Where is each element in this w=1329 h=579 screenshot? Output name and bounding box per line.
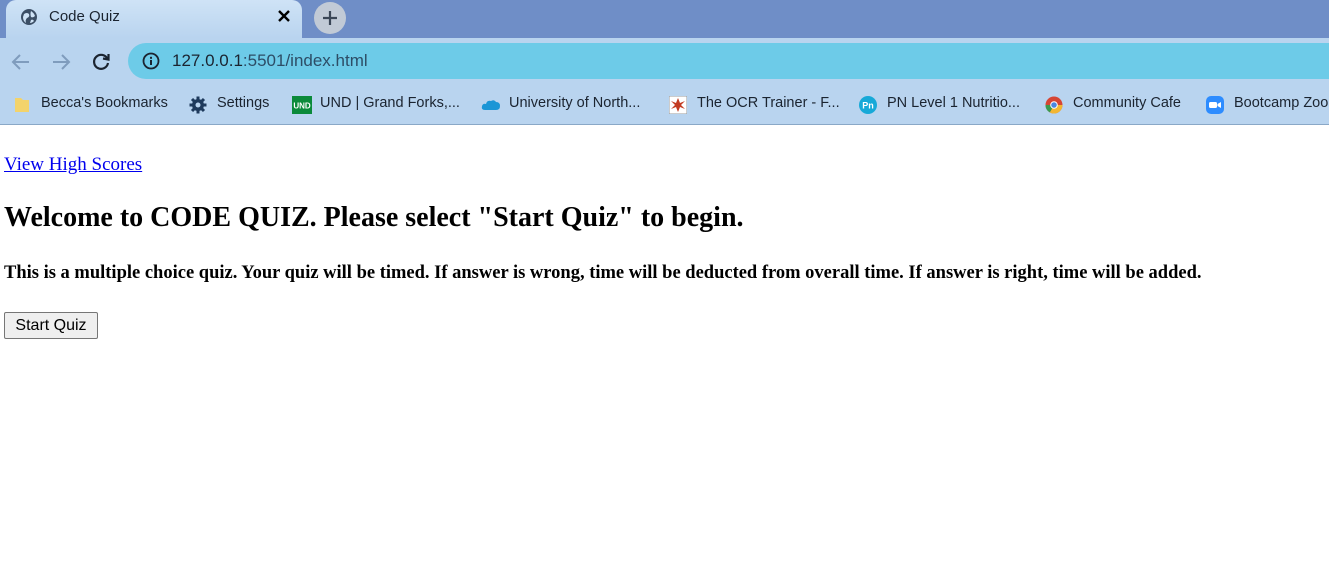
tab-title: Code Quiz bbox=[49, 8, 120, 25]
cloud-icon bbox=[481, 96, 500, 114]
quiz-instructions: This is a multiple choice quiz. Your qui… bbox=[4, 263, 1202, 283]
svg-text:Pn: Pn bbox=[862, 101, 874, 111]
view-high-scores-link[interactable]: View High Scores bbox=[4, 154, 142, 176]
und-icon: UND bbox=[292, 96, 312, 114]
gear-icon bbox=[189, 96, 207, 114]
folder-icon bbox=[13, 96, 31, 114]
chrome-icon bbox=[1045, 96, 1063, 114]
info-icon[interactable] bbox=[142, 52, 160, 70]
start-quiz-button[interactable]: Start Quiz bbox=[4, 312, 98, 339]
bookmark-label: Community Cafe bbox=[1073, 95, 1181, 111]
bookmark-label: Settings bbox=[217, 95, 270, 111]
address-bar[interactable]: 127.0.0.1:5501/index.html bbox=[128, 43, 1329, 79]
plus-icon bbox=[323, 11, 337, 25]
bookmarks-bar: Becca's Bookmarks Settings UND UND | Gra… bbox=[0, 86, 1329, 125]
close-tab-icon[interactable] bbox=[274, 6, 294, 26]
bookmark-label: University of North... bbox=[509, 95, 641, 111]
bookmark-label: UND | Grand Forks,... bbox=[320, 95, 460, 111]
tab-strip: Code Quiz bbox=[0, 0, 1329, 38]
page-content: View High Scores Welcome to CODE QUIZ. P… bbox=[0, 125, 1329, 579]
welcome-heading: Welcome to CODE QUIZ. Please select "Sta… bbox=[4, 202, 744, 233]
globe-icon bbox=[20, 8, 38, 26]
new-tab-button[interactable] bbox=[314, 2, 346, 34]
browser-toolbar: 127.0.0.1:5501/index.html bbox=[0, 38, 1329, 86]
bookmark-label: PN Level 1 Nutritio... bbox=[887, 95, 1020, 111]
url-text: 127.0.0.1:5501/index.html bbox=[172, 51, 368, 71]
browser-tab[interactable]: Code Quiz bbox=[6, 0, 302, 38]
bookmark-label: Bootcamp Zoom bbox=[1234, 95, 1329, 111]
bookmark-label: Becca's Bookmarks bbox=[41, 95, 168, 111]
forward-arrow-icon[interactable] bbox=[49, 50, 73, 74]
back-arrow-icon[interactable] bbox=[9, 50, 33, 74]
reload-icon[interactable] bbox=[89, 50, 113, 74]
url-path: :5501/index.html bbox=[242, 51, 368, 70]
ocr-icon bbox=[668, 95, 688, 115]
svg-text:UND: UND bbox=[293, 102, 311, 111]
pn-icon: Pn bbox=[859, 96, 877, 114]
url-host: 127.0.0.1 bbox=[172, 51, 243, 70]
zoom-icon bbox=[1206, 96, 1224, 114]
bookmark-label: The OCR Trainer - F... bbox=[697, 95, 840, 111]
